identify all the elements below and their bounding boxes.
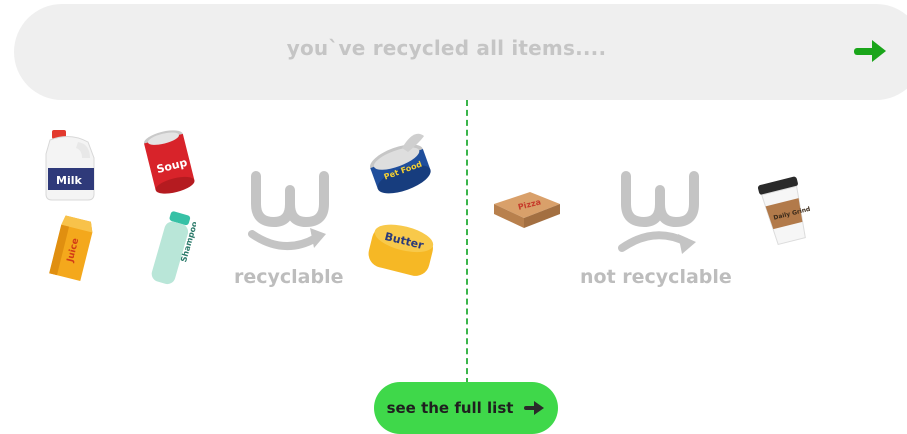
not-recyclable-label: not recyclable: [580, 266, 732, 288]
shampoo-bottle-icon[interactable]: Shampoo: [146, 210, 196, 288]
w-recycle-logo-icon: [248, 171, 329, 251]
arrow-right-icon: [524, 401, 545, 415]
pet-food-can-icon[interactable]: Pet Food: [364, 128, 436, 198]
w-frown-logo-icon: [618, 171, 699, 254]
see-full-list-button[interactable]: see the full list: [374, 382, 558, 434]
section-divider: [466, 100, 468, 384]
recyclable-label: recyclable: [234, 266, 344, 288]
see-full-list-label: see the full list: [386, 399, 514, 417]
arrow-right-icon[interactable]: [852, 38, 890, 64]
butter-tub-icon[interactable]: Butter: [364, 218, 438, 282]
coffee-cup-icon[interactable]: Daily Grind: [754, 174, 814, 246]
juice-carton-icon[interactable]: Juice: [46, 212, 98, 284]
banner-message: you`ve recycled all items....: [286, 36, 607, 60]
milk-jug-icon[interactable]: Milk: [42, 128, 98, 202]
milk-jug-text: Milk: [56, 174, 82, 187]
soup-can-icon[interactable]: Soup: [140, 124, 198, 198]
pizza-box-icon[interactable]: Pizza: [490, 186, 564, 234]
